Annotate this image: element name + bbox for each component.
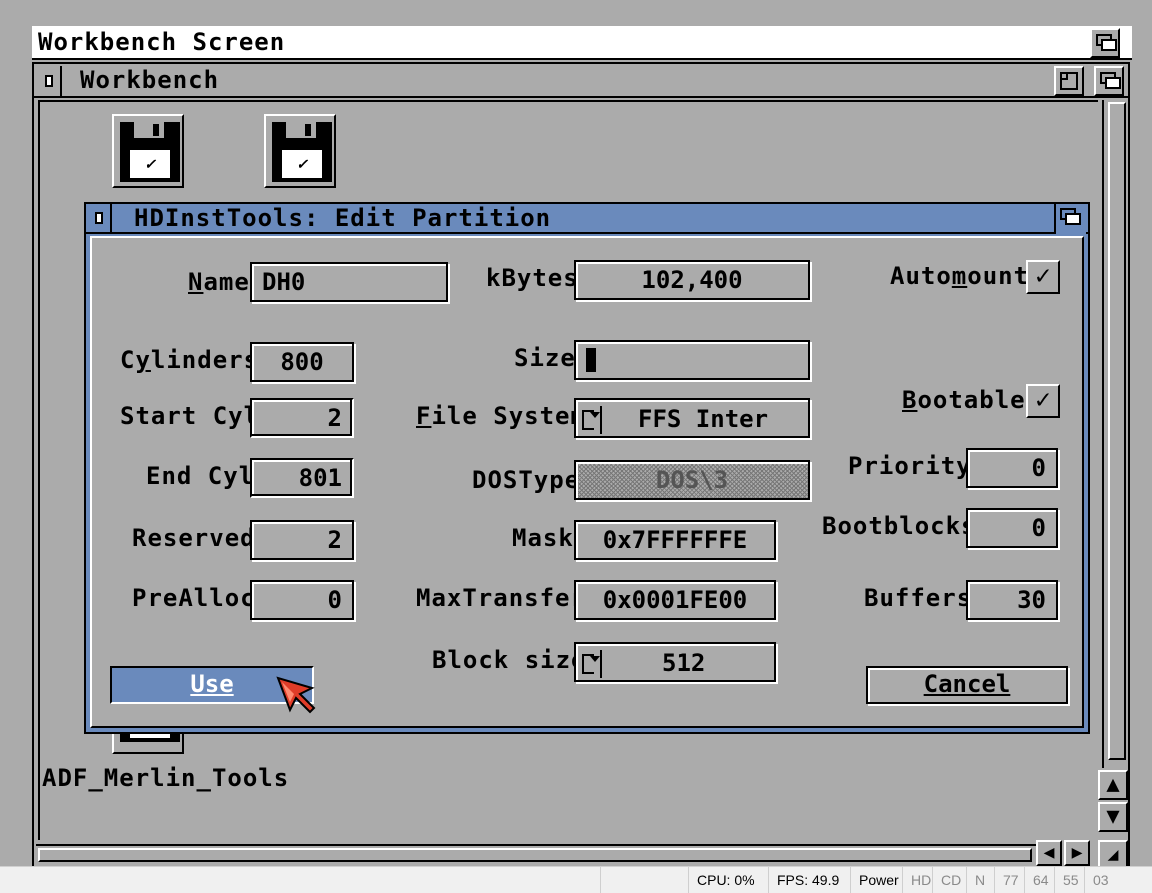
cd-indicator: CD	[932, 867, 969, 893]
scroll-left-icon[interactable]: ◀	[1036, 840, 1062, 866]
automount-checkbox[interactable]: ✓	[1026, 260, 1060, 294]
scroll-knob[interactable]	[1108, 102, 1126, 760]
edit-partition-dialog: HDInstTools: Edit Partition Name DH0 kBy…	[84, 202, 1090, 734]
zoom-gadget-icon[interactable]	[1054, 66, 1084, 96]
bootblocks-field[interactable]: 0	[966, 508, 1058, 548]
bootable-label: Bootable	[902, 386, 1026, 414]
close-icon[interactable]	[86, 204, 112, 234]
kbytes-label: kBytes	[486, 264, 579, 292]
cancel-button[interactable]: Cancel	[866, 666, 1068, 704]
dostype-label: DOSType	[472, 466, 581, 494]
scroll-right-icon[interactable]: ▶	[1064, 840, 1090, 866]
maxtransfer-label: MaxTransfer	[416, 584, 586, 612]
size-slider-knob[interactable]	[586, 348, 596, 372]
workbench-title-bar[interactable]: Workbench	[34, 64, 1128, 98]
n-indicator: N	[966, 867, 993, 893]
buffers-label: Buffers	[864, 584, 973, 612]
size-slider[interactable]	[574, 340, 810, 380]
depth-gadget-icon[interactable]	[1094, 66, 1124, 96]
fps-indicator: FPS: 49.9	[768, 867, 847, 893]
horizontal-scrollbar[interactable]: ◀ ▶	[34, 840, 1098, 866]
bootable-checkbox[interactable]: ✓	[1026, 384, 1060, 418]
name-label: Name	[188, 268, 250, 296]
depth-gadget-icon[interactable]	[1054, 204, 1086, 234]
vertical-scrollbar[interactable]: ▲ ▼ ◢	[1098, 100, 1128, 870]
prealloc-field[interactable]: 0	[250, 580, 354, 620]
mouse-pointer-icon	[276, 676, 316, 714]
dostype-field[interactable]: DOS\3	[574, 460, 810, 500]
screen-depth-gadget[interactable]	[1090, 28, 1120, 58]
scroll-up-icon[interactable]: ▲	[1098, 770, 1128, 800]
status-blank	[600, 867, 688, 893]
mask-label: Mask	[512, 524, 574, 552]
end-cyl-value: 801	[250, 458, 354, 498]
reserved-field[interactable]: 2	[250, 520, 354, 560]
cycle-icon	[580, 406, 602, 434]
scroll-track[interactable]	[36, 844, 1036, 864]
block-size-label: Block size	[432, 646, 587, 674]
dialog-title: HDInstTools: Edit Partition	[134, 204, 552, 232]
kbytes-value: 102,400	[574, 260, 810, 300]
mask-field[interactable]: 0x7FFFFFFE	[574, 520, 776, 560]
icon-label[interactable]: ADF_Merlin_Tools	[42, 766, 289, 790]
maxtransfer-field[interactable]: 0x0001FE00	[574, 580, 776, 620]
window-title: Workbench	[80, 66, 220, 94]
disk-icon[interactable]: ✓	[264, 114, 336, 188]
name-field[interactable]: DH0	[250, 262, 448, 302]
close-icon[interactable]	[36, 66, 62, 96]
cycle-icon	[580, 650, 602, 678]
start-cyl-value: 2	[250, 398, 354, 438]
screen-title: Workbench Screen	[38, 28, 286, 56]
reserved-label: Reserved	[132, 524, 256, 552]
drive-indicator-1: 64	[1024, 867, 1057, 893]
dialog-body: Name DH0 kBytes 102,400 Automount ✓ Cyli…	[90, 236, 1084, 728]
size-label: Size	[514, 344, 576, 372]
status-spacer	[0, 867, 600, 893]
prealloc-label: PreAlloc	[132, 584, 256, 612]
cylinders-label: Cylinders	[120, 346, 260, 374]
cpu-indicator: CPU: 0%	[688, 867, 763, 893]
end-cyl-label: End Cyl	[146, 462, 255, 490]
scroll-track[interactable]	[1102, 100, 1126, 768]
automount-label: Automount	[890, 262, 1030, 290]
bootblocks-label: Bootblocks	[822, 512, 977, 540]
drive-indicator-2: 55	[1054, 867, 1087, 893]
block-size-cycle[interactable]: 512	[574, 642, 776, 682]
start-cyl-label: Start Cyl	[120, 402, 260, 430]
drive-indicator-3: 03	[1084, 867, 1117, 893]
drive-indicator-0: 77	[994, 867, 1027, 893]
power-indicator: Power	[850, 867, 907, 893]
cylinders-field[interactable]: 800	[250, 342, 354, 382]
scroll-knob[interactable]	[38, 848, 1032, 862]
buffers-field[interactable]: 30	[966, 580, 1058, 620]
dialog-title-bar[interactable]: HDInstTools: Edit Partition	[86, 204, 1088, 234]
screen-title-bar: Workbench Screen	[32, 26, 1132, 60]
file-system-label: File System	[416, 402, 586, 430]
file-system-cycle[interactable]: FFS Inter	[574, 398, 810, 438]
priority-field[interactable]: 0	[966, 448, 1058, 488]
emulator-status-bar: CPU: 0% FPS: 49.9 Power HD CD N 77 64 55…	[0, 866, 1152, 893]
priority-label: Priority	[848, 452, 972, 480]
disk-icon[interactable]: ✓	[112, 114, 184, 188]
scroll-down-icon[interactable]: ▼	[1098, 802, 1128, 832]
